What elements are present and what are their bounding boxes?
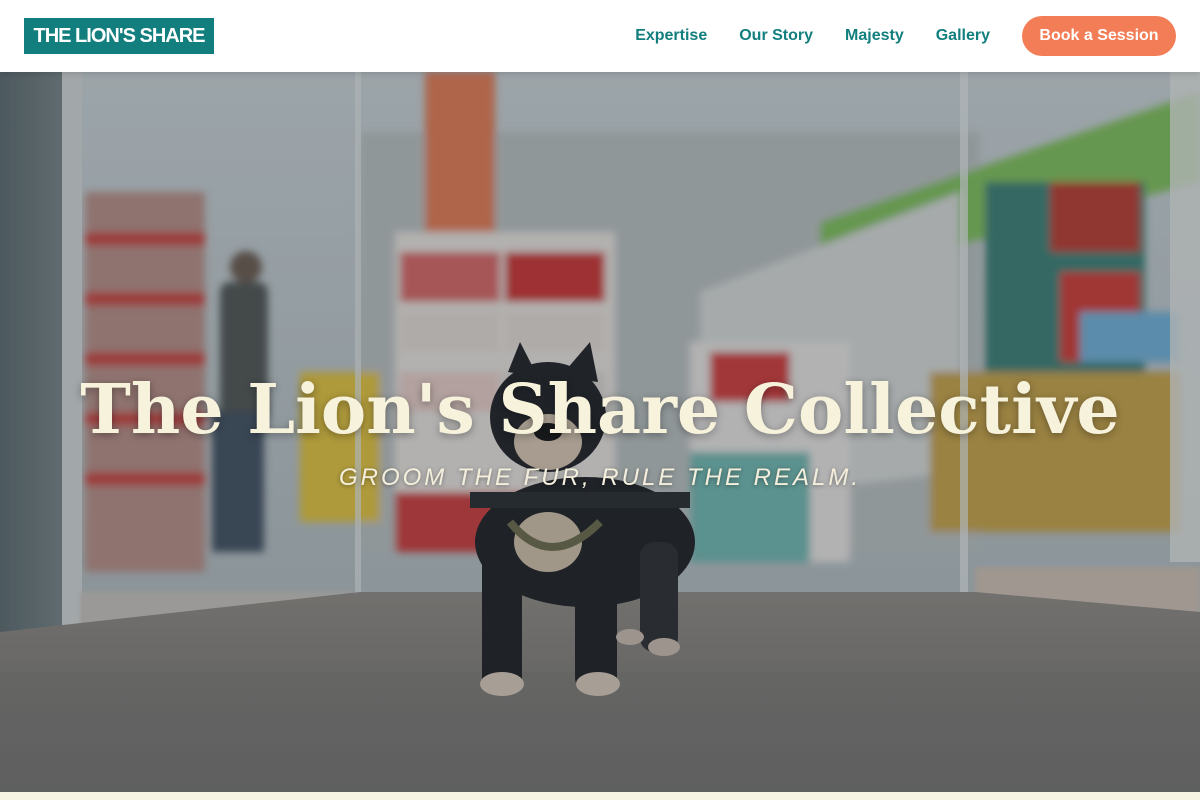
nav-link-gallery[interactable]: Gallery (936, 27, 990, 45)
book-session-button[interactable]: Book a Session (1022, 16, 1176, 56)
hero-title: The Lion's Share Collective (80, 370, 1120, 450)
logo[interactable]: THE LION'S SHARE (24, 18, 214, 54)
nav-link-expertise[interactable]: Expertise (635, 27, 707, 45)
nav-link-majesty[interactable]: Majesty (845, 27, 904, 45)
main-nav: Expertise Our Story Majesty Gallery Book… (635, 16, 1176, 56)
site-header: THE LION'S SHARE Expertise Our Story Maj… (0, 0, 1200, 72)
nav-link-our-story[interactable]: Our Story (739, 27, 813, 45)
section-divider (0, 792, 1200, 800)
hero-section: The Lion's Share Collective GROOM THE FU… (0, 72, 1200, 792)
hero-tagline: GROOM THE FUR, RULE THE REALM. (338, 464, 862, 491)
